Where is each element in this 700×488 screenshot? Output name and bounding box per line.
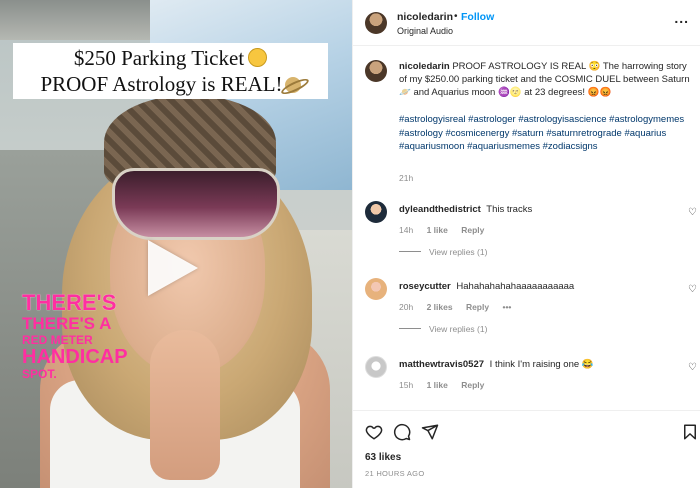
comment-text: roseycutter Hahahahahahaaaaaaaaaaa (399, 281, 669, 292)
save-bookmark-icon[interactable] (681, 423, 699, 441)
comment-meta: 20h 2 likes Reply ••• (399, 302, 522, 312)
comment-text: matthewtravis0527 I think I'm raising on… (399, 359, 669, 370)
person-hand (150, 330, 220, 480)
author-avatar[interactable] (365, 12, 387, 34)
more-options-icon[interactable]: ... (674, 10, 689, 26)
comment-item: matthewtravis0527 I think I'm raising on… (353, 356, 700, 416)
play-icon[interactable] (148, 240, 198, 296)
like-count[interactable]: 63 likes (365, 452, 401, 463)
comment-like-heart-icon[interactable]: ♡ (688, 207, 697, 218)
overlay-line-3: RED METER (22, 333, 93, 347)
comment-time: 14h (399, 225, 414, 235)
post-sidebar: nicoledarin • Follow Original Audio ... … (352, 0, 700, 488)
comment-meta: 15h 1 like Reply (399, 380, 495, 390)
post-header: nicoledarin • Follow Original Audio ... (353, 0, 700, 46)
overlay-line-2: THERE'S A (22, 314, 112, 333)
comment-body: I think I'm raising one 😂 (489, 359, 594, 370)
reply-button[interactable]: Reply (461, 225, 484, 235)
reply-button[interactable]: Reply (461, 380, 484, 390)
video-title-line1: $250 Parking Ticket (73, 46, 245, 70)
saturn-emoji-icon (284, 77, 301, 93)
caption-author-avatar[interactable] (365, 60, 387, 82)
comment-body: Hahahahahahaaaaaaaaaaa (456, 281, 575, 292)
comment-item: roseycutter Hahahahahahaaaaaaaaaaa 20h 2… (353, 278, 700, 338)
comment-text: dyleandthedistrict This tracks (399, 204, 669, 215)
header-separator: • (454, 11, 458, 22)
comment-likes[interactable]: 1 like (427, 225, 448, 235)
comment-time: 20h (399, 302, 414, 312)
commenter-avatar[interactable] (365, 278, 387, 300)
author-username[interactable]: nicoledarin (397, 11, 453, 23)
commenter-username[interactable]: dyleandthedistrict (399, 204, 481, 215)
tired-face-emoji-icon (248, 48, 268, 67)
video-title-box: $250 Parking Ticket PROOF Astrology is R… (13, 43, 328, 99)
commenter-username[interactable]: roseycutter (399, 281, 451, 292)
view-replies-button[interactable]: View replies (1) (399, 247, 487, 257)
overlay-line-1: THERE'S (22, 290, 117, 315)
video-overlay-caption: THERE'S THERE'S A RED METER HANDICAP SPO… (22, 290, 128, 382)
like-heart-icon[interactable] (365, 423, 383, 441)
audio-label[interactable]: Original Audio (397, 26, 453, 36)
comment-like-heart-icon[interactable]: ♡ (688, 284, 697, 295)
caption-username[interactable]: nicoledarin (399, 61, 450, 72)
caption-timestamp: 21h (399, 173, 414, 183)
post-age: 21 HOURS AGO (365, 469, 425, 478)
comment-like-heart-icon[interactable]: ♡ (688, 362, 697, 373)
reel-video[interactable]: $250 Parking Ticket PROOF Astrology is R… (0, 0, 352, 488)
commenter-username[interactable]: matthewtravis0527 (399, 359, 484, 370)
post-actions-bar: 63 likes 21 HOURS AGO (353, 410, 700, 488)
comment-bubble-icon[interactable] (393, 423, 411, 441)
comment-likes[interactable]: 2 likes (427, 302, 453, 312)
overlay-line-4: HANDICAP (22, 346, 128, 368)
follow-button[interactable]: Follow (461, 11, 494, 23)
commenter-avatar[interactable] (365, 201, 387, 223)
comment-likes[interactable]: 1 like (427, 380, 448, 390)
caption-text: nicoledarin PROOF ASTROLOGY IS REAL 😳 Th… (399, 60, 691, 99)
comment-meta: 14h 1 like Reply (399, 225, 495, 235)
person-sunglasses (112, 168, 280, 240)
share-paper-plane-icon[interactable] (421, 423, 439, 441)
caption-hashtags[interactable]: #astrologyisreal #astrologer #astrologyi… (399, 113, 691, 154)
video-title-line2: PROOF Astrology is REAL! (40, 72, 283, 96)
comment-time: 15h (399, 380, 414, 390)
comment-more-options-icon[interactable]: ••• (502, 302, 511, 312)
reply-button[interactable]: Reply (466, 302, 489, 312)
commenter-avatar[interactable] (365, 356, 387, 378)
overlay-line-5: SPOT. (22, 367, 57, 381)
view-replies-button[interactable]: View replies (1) (399, 324, 487, 334)
comment-item: dyleandthedistrict This tracks 14h 1 lik… (353, 201, 700, 261)
comment-body: This tracks (486, 204, 533, 215)
